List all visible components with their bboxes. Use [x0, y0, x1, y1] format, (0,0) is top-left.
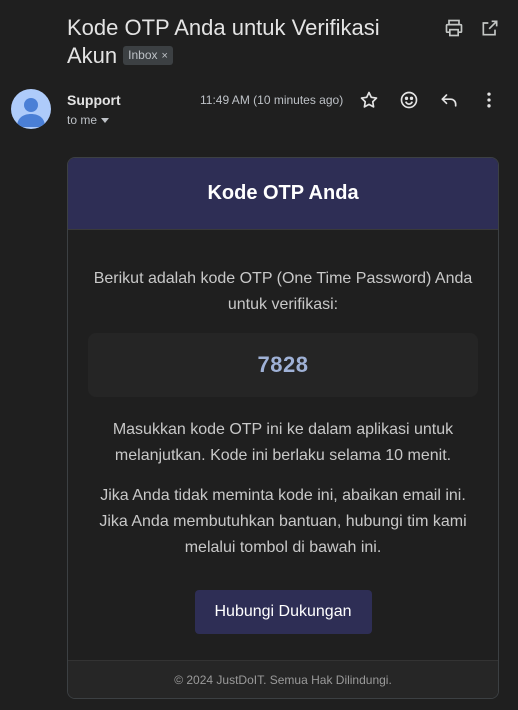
otp-code: 7828	[257, 352, 309, 377]
contact-support-button[interactable]: Hubungi Dukungan	[194, 590, 372, 634]
card-header-title: Kode OTP Anda	[207, 182, 359, 204]
otp-code-box: 7828	[88, 333, 478, 397]
more-vertical-icon[interactable]	[479, 90, 499, 110]
subject-text: Kode OTP Anda untuk Verifikasi Akun	[67, 15, 380, 68]
message-actions	[359, 90, 499, 110]
default-avatar-icon	[17, 98, 45, 127]
emoji-react-icon[interactable]	[399, 90, 419, 110]
inbox-label-text: Inbox	[128, 47, 158, 62]
copyright-text: © 2024 JustDoIT. Semua Hak Dilindungi.	[174, 672, 392, 687]
email-timestamp: 11:49 AM (10 minutes ago)	[200, 93, 344, 107]
card-header: Kode OTP Anda	[68, 158, 498, 230]
recipient-text: to me	[67, 113, 98, 127]
sender-name[interactable]: Support	[67, 92, 121, 108]
intro-text: Berikut adalah kode OTP (One Time Passwo…	[93, 270, 473, 313]
star-icon[interactable]	[359, 90, 379, 110]
remove-label-icon[interactable]: ×	[162, 50, 168, 62]
chevron-down-icon	[101, 118, 110, 124]
email-subject: Kode OTP Anda untuk Verifikasi Akun Inbox…	[67, 14, 397, 70]
recipient-details-toggle[interactable]: to me	[67, 113, 110, 127]
sender-avatar[interactable]	[11, 89, 51, 129]
cta-wrapper: Hubungi Dukungan	[68, 590, 498, 634]
reply-icon[interactable]	[439, 90, 459, 110]
print-icon[interactable]	[444, 18, 464, 38]
open-in-new-window-icon[interactable]	[480, 18, 500, 38]
email-body-card: Kode OTP Anda Berikut adalah kode OTP (O…	[67, 157, 499, 699]
inbox-label-chip[interactable]: Inbox ×	[123, 45, 173, 65]
instruction-text: Masukkan kode OTP ini ke dalam aplikasi …	[112, 421, 454, 464]
card-footer: © 2024 JustDoIT. Semua Hak Dilindungi.	[68, 660, 498, 698]
help-text: Jika Anda tidak meminta kode ini, abaika…	[99, 487, 467, 556]
email-top-toolbar	[444, 18, 500, 38]
